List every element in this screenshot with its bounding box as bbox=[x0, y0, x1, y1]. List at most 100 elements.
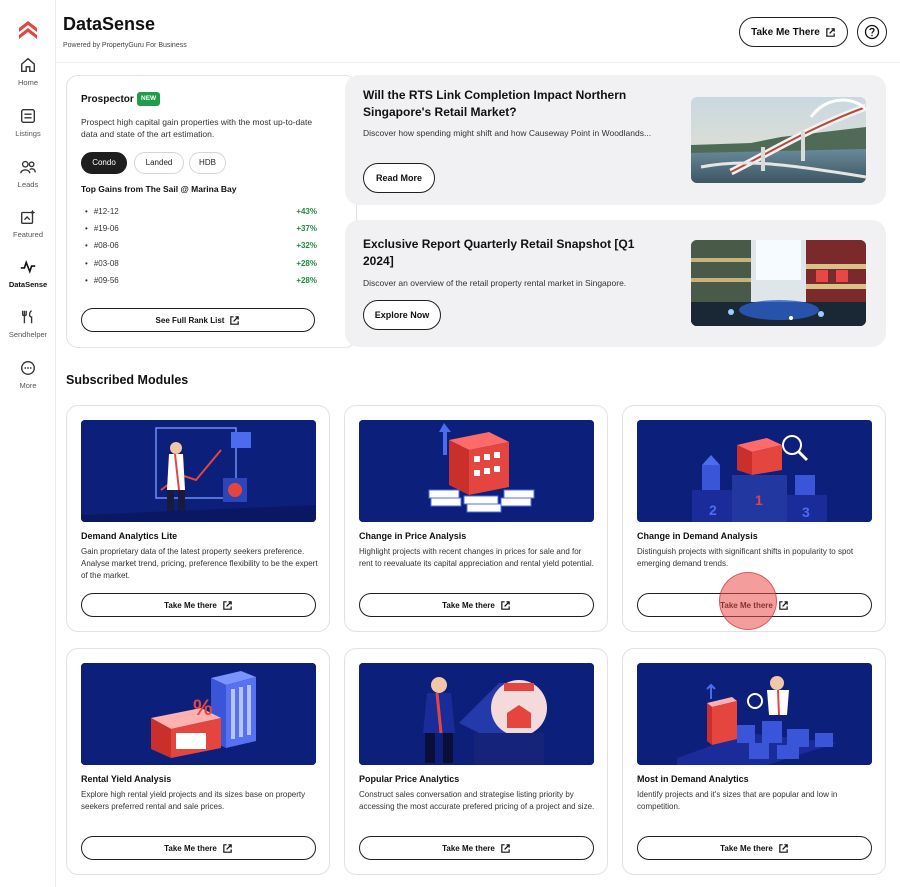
read-more-button[interactable]: Read More bbox=[363, 163, 435, 193]
rts-link-bridge-image bbox=[691, 97, 866, 183]
external-link-icon bbox=[501, 843, 510, 853]
module-title: Change in Price Analysis bbox=[359, 531, 467, 541]
page-subtitle: Powered by PropertyGuru For Business bbox=[63, 42, 187, 49]
help-icon bbox=[864, 24, 880, 40]
more-icon bbox=[21, 361, 35, 375]
sidebar-item-label: Listings bbox=[15, 129, 41, 138]
gain-unit: #19-06 bbox=[85, 224, 119, 233]
take-me-there-button[interactable]: Take Me there bbox=[81, 593, 316, 617]
explore-now-button[interactable]: Explore Now bbox=[363, 300, 441, 330]
most-in-demand-illustration bbox=[637, 663, 872, 765]
promo-description: Discover an overview of the retail prope… bbox=[363, 278, 627, 288]
sidebar-item-datasense[interactable]: DataSense bbox=[0, 258, 56, 289]
external-link-icon bbox=[230, 315, 240, 325]
gain-unit: #03-08 bbox=[85, 259, 119, 268]
sidebar-item-label: DataSense bbox=[8, 280, 48, 289]
module-description: Gain proprietary data of the latest prop… bbox=[81, 547, 318, 580]
take-me-there-button[interactable]: Take Me there bbox=[359, 593, 594, 617]
demand-analytics-illustration bbox=[81, 420, 316, 522]
external-link-icon bbox=[779, 600, 788, 610]
module-description: Construct sales conversation and strateg… bbox=[359, 790, 595, 811]
see-full-rank-list-button[interactable]: See Full Rank List bbox=[81, 308, 315, 332]
rental-yield-illustration: % bbox=[81, 663, 316, 765]
module-description: Distinguish projects with significant sh… bbox=[637, 547, 854, 568]
module-card-rental-yield: % Rental Yield Analysis Explore high ren… bbox=[66, 648, 330, 875]
promo-title: Exclusive Report Quarterly Retail Snapsh… bbox=[363, 237, 635, 268]
sidebar-item-listings[interactable]: Listings bbox=[0, 107, 56, 138]
shopping-mall-image bbox=[691, 240, 866, 326]
gain-row: #12-12 +43% bbox=[85, 207, 317, 219]
module-card-most-in-demand: Most in Demand Analytics Identify projec… bbox=[622, 648, 886, 875]
module-title: Demand Analytics Lite bbox=[81, 531, 178, 541]
sidebar-item-label: Home bbox=[17, 78, 38, 87]
gain-row: #08-06 +32% bbox=[85, 241, 317, 253]
take-me-there-label: Take Me there bbox=[442, 600, 495, 610]
sidebar-item-label: Leads bbox=[17, 180, 39, 189]
module-title: Change in Demand Analysis bbox=[637, 531, 758, 541]
take-me-there-label: Take Me there bbox=[164, 843, 217, 853]
promo-card-retail-report: Exclusive Report Quarterly Retail Snapsh… bbox=[345, 220, 886, 347]
gain-pct: +37% bbox=[296, 224, 317, 233]
prospector-description: Prospect high capital gain properties wi… bbox=[81, 117, 313, 139]
promo-title: Will the RTS Link Completion Impact Nort… bbox=[363, 88, 627, 119]
module-title: Popular Price Analytics bbox=[359, 774, 460, 784]
take-me-there-label: Take Me there bbox=[164, 600, 217, 610]
module-card-demand-analytics-lite: Demand Analytics Lite Gain proprietary d… bbox=[66, 405, 330, 632]
external-link-icon bbox=[223, 600, 232, 610]
sidebar-item-featured[interactable]: Featured bbox=[0, 208, 56, 239]
module-card-change-in-price: Change in Price Analysis Highlight proje… bbox=[344, 405, 608, 632]
gain-pct: +43% bbox=[296, 207, 317, 216]
gain-unit: #12-12 bbox=[85, 207, 119, 216]
see-full-rank-list-label: See Full Rank List bbox=[155, 315, 225, 325]
sidebar-item-sendhelper[interactable]: Sendhelper bbox=[0, 308, 56, 339]
external-link-icon bbox=[826, 27, 835, 37]
subscribed-modules-heading: Subscribed Modules bbox=[66, 373, 189, 387]
svg-text:1: 1 bbox=[755, 492, 763, 508]
external-link-icon bbox=[223, 843, 232, 853]
module-title: Most in Demand Analytics bbox=[637, 774, 749, 784]
promo-description: Discover how spending might shift and ho… bbox=[363, 128, 652, 138]
listings-icon bbox=[21, 109, 35, 123]
chip-hdb[interactable]: HDB bbox=[189, 152, 226, 174]
prospector-title: Prospector bbox=[81, 94, 134, 105]
chip-landed[interactable]: Landed bbox=[134, 152, 184, 174]
svg-text:%: % bbox=[193, 695, 213, 720]
promo-card-rts: Will the RTS Link Completion Impact Nort… bbox=[345, 75, 886, 205]
change-in-demand-illustration: 2 1 3 bbox=[637, 420, 872, 522]
module-title: Rental Yield Analysis bbox=[81, 774, 172, 784]
sidebar-item-label: More bbox=[19, 381, 37, 390]
featured-icon bbox=[21, 209, 36, 224]
gain-unit: #08-06 bbox=[85, 241, 119, 250]
popular-price-illustration bbox=[359, 663, 594, 765]
take-me-there-button[interactable]: Take Me there bbox=[359, 836, 594, 860]
take-me-there-label: Take Me There bbox=[751, 26, 820, 38]
take-me-there-button[interactable]: Take Me there bbox=[637, 593, 872, 617]
module-description: Highlight projects with recent changes i… bbox=[359, 547, 594, 568]
svg-text:3: 3 bbox=[802, 504, 810, 520]
take-me-there-label: Take Me there bbox=[720, 843, 773, 853]
take-me-there-button[interactable]: Take Me There bbox=[739, 17, 848, 47]
new-badge: NEW bbox=[137, 92, 161, 106]
sidebar-item-label: Sendhelper bbox=[8, 330, 48, 339]
gain-row: #03-08 +28% bbox=[85, 259, 317, 271]
gain-pct: +28% bbox=[296, 259, 317, 268]
take-me-there-button[interactable]: Take Me there bbox=[637, 836, 872, 860]
gain-pct: +32% bbox=[296, 241, 317, 250]
take-me-there-button[interactable]: Take Me there bbox=[81, 836, 316, 860]
sidebar-item-label: Featured bbox=[12, 230, 44, 239]
sidebar-item-leads[interactable]: Leads bbox=[0, 158, 56, 189]
chip-condo[interactable]: Condo bbox=[81, 152, 127, 174]
sidebar-item-home[interactable]: Home bbox=[0, 56, 56, 87]
top-gains-heading: Top Gains from The Sail @ Marina Bay bbox=[81, 184, 237, 194]
page-title: DataSense bbox=[63, 14, 156, 34]
external-link-icon bbox=[779, 843, 788, 853]
take-me-there-label: Take Me there bbox=[720, 600, 773, 610]
propertyguru-logo-icon[interactable] bbox=[16, 18, 40, 42]
sidebar-item-more[interactable]: More bbox=[0, 359, 56, 390]
gain-unit: #09-56 bbox=[85, 276, 119, 285]
leads-icon bbox=[20, 160, 36, 174]
help-button[interactable] bbox=[857, 17, 887, 47]
module-card-change-in-demand: 2 1 3 Change in Demand Analysis Distingu… bbox=[622, 405, 886, 632]
home-icon bbox=[21, 57, 35, 72]
datasense-icon bbox=[20, 260, 36, 274]
